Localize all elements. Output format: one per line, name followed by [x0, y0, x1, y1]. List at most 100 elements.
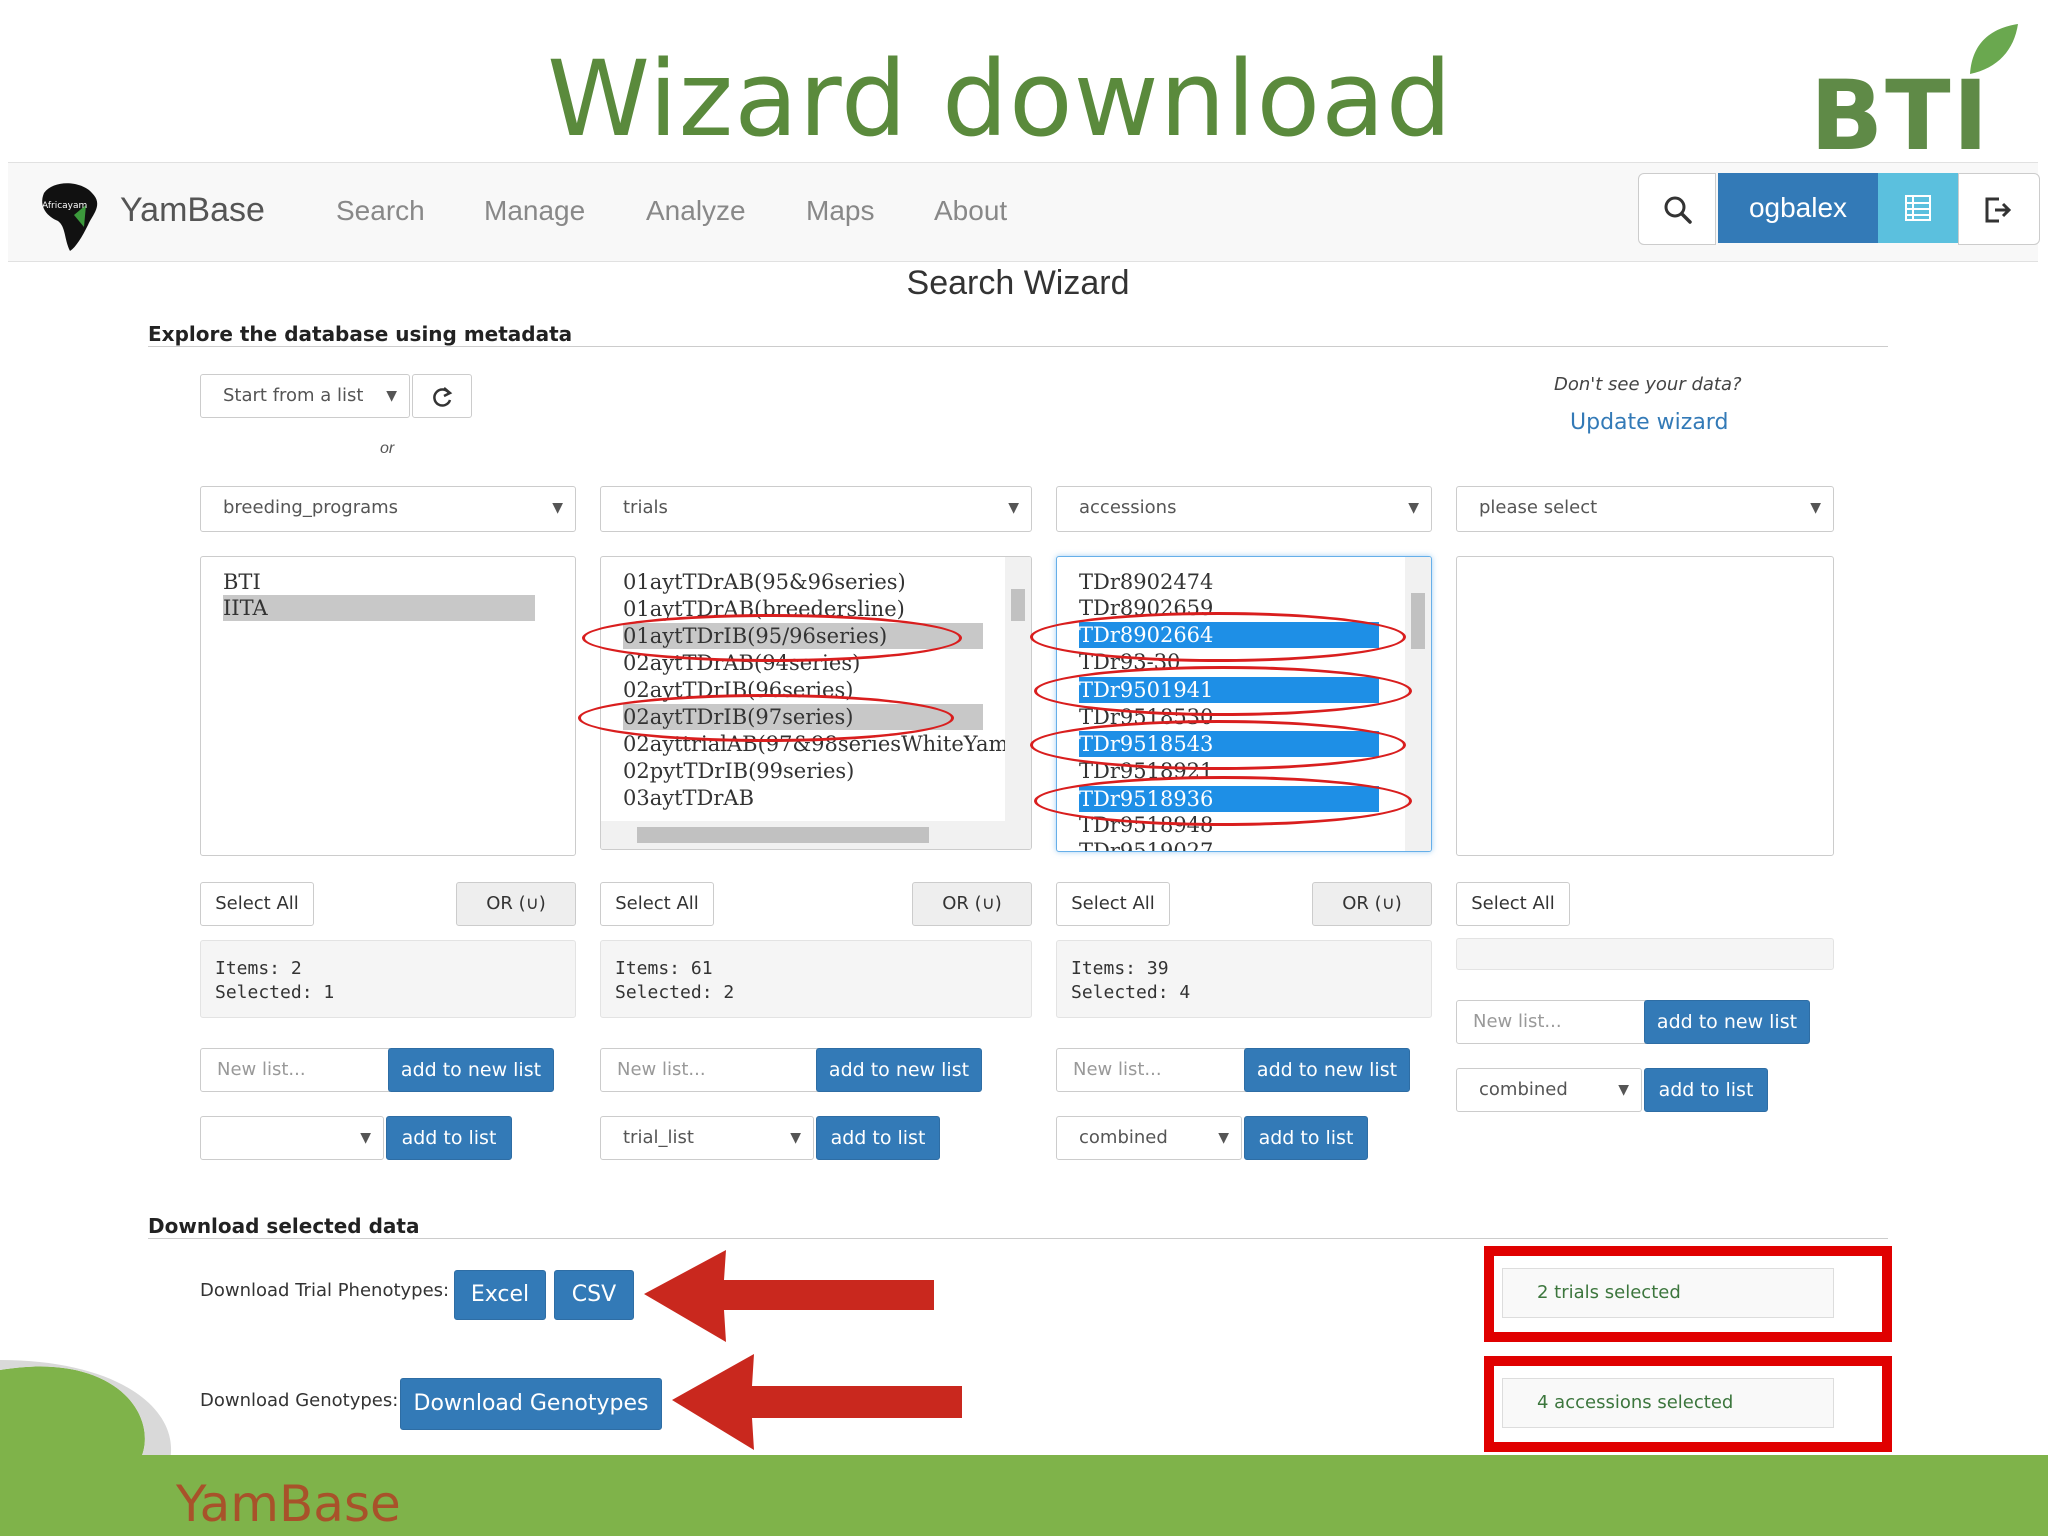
lists-button[interactable]: [1878, 173, 1958, 243]
refresh-button[interactable]: [412, 374, 472, 418]
add-to-new-list-button-1[interactable]: add to new list: [388, 1048, 554, 1092]
scroll-thumb[interactable]: [637, 827, 929, 843]
new-list-input-3[interactable]: New list...: [1056, 1048, 1248, 1092]
divider: [148, 1238, 1888, 1239]
caret-down-icon: ▼: [1218, 1130, 1229, 1146]
items-count-1: Items: 2: [215, 958, 302, 979]
items-summary-4: [1456, 938, 1834, 970]
explore-label: Explore the database using metadata: [148, 322, 573, 346]
list-select-3[interactable]: combined ▼: [1056, 1116, 1242, 1160]
category-select-4[interactable]: please select ▼: [1456, 486, 1834, 532]
list-select-1[interactable]: ▼: [200, 1116, 384, 1160]
add-to-list-button-2[interactable]: add to list: [816, 1116, 940, 1160]
or-toggle-1[interactable]: OR (∪): [456, 882, 576, 926]
logout-icon: [1985, 197, 2012, 223]
excel-button[interactable]: Excel: [454, 1270, 546, 1320]
bti-logo: BTI: [1810, 22, 2030, 172]
nav-maps[interactable]: Maps: [806, 195, 874, 227]
leaf-icon: [1970, 24, 2018, 74]
list-item[interactable]: BTI: [223, 569, 261, 595]
highlight-ellipse: [1030, 612, 1406, 662]
add-to-new-list-button-4[interactable]: add to new list: [1644, 1000, 1810, 1044]
list-item[interactable]: TDr8902474: [1079, 569, 1213, 595]
divider: [148, 346, 1888, 347]
footer-brand: YamBase: [176, 1475, 401, 1533]
category-select-4-value: please select: [1479, 497, 1598, 518]
selected-count-2: Selected: 2: [615, 982, 735, 1003]
list-item[interactable]: 03aytTDrAB: [623, 785, 754, 811]
highlight-ellipse: [1030, 720, 1406, 770]
new-list-input-4[interactable]: New list...: [1456, 1000, 1646, 1044]
or-toggle-3[interactable]: OR (∪): [1312, 882, 1432, 926]
add-to-list-button-1[interactable]: add to list: [386, 1116, 512, 1160]
brand-logo-text: Africayam: [42, 201, 88, 211]
listbox-1[interactable]: BTI IITA: [200, 556, 576, 856]
category-select-3-value: accessions: [1079, 497, 1177, 518]
select-all-button-3[interactable]: Select All: [1056, 882, 1170, 926]
list-item[interactable]: TDr9519027: [1079, 838, 1213, 851]
search-icon: [1664, 196, 1692, 224]
nav-search[interactable]: Search: [336, 195, 425, 227]
list-icon: [1905, 195, 1931, 221]
start-from-list-select[interactable]: Start from a list ▼: [200, 374, 410, 418]
listbox-4[interactable]: [1456, 556, 1834, 856]
download-label: Download selected data: [148, 1214, 420, 1238]
select-all-button-4[interactable]: Select All: [1456, 882, 1570, 926]
add-to-new-list-button-2[interactable]: add to new list: [816, 1048, 982, 1092]
caret-down-icon: ▼: [360, 1130, 371, 1146]
vertical-scrollbar[interactable]: [1405, 557, 1431, 851]
highlight-ellipse: [1034, 776, 1412, 826]
caret-down-icon: ▼: [1810, 500, 1821, 516]
scroll-thumb[interactable]: [1011, 589, 1025, 621]
add-to-list-button-3[interactable]: add to list: [1244, 1116, 1368, 1160]
list-select-4[interactable]: combined ▼: [1456, 1068, 1642, 1112]
category-select-3[interactable]: accessions ▼: [1056, 486, 1432, 532]
dont-see-text: Don't see your data?: [1554, 374, 1742, 395]
trials-selected-box: 2 trials selected: [1502, 1268, 1834, 1318]
category-select-2[interactable]: trials ▼: [600, 486, 1032, 532]
refresh-icon: [433, 387, 453, 407]
highlight-ellipse: [582, 614, 962, 662]
scroll-thumb[interactable]: [1411, 593, 1425, 649]
list-item[interactable]: 02pytTDrIB(99series): [623, 758, 854, 784]
list-select-2[interactable]: trial_list ▼: [600, 1116, 814, 1160]
or-toggle-2[interactable]: OR (∪): [912, 882, 1032, 926]
page-title: Search Wizard: [906, 264, 1130, 302]
caret-down-icon: ▼: [386, 388, 397, 404]
items-summary-1: Items: 2 Selected: 1: [200, 940, 576, 1018]
new-list-input-1[interactable]: New list...: [200, 1048, 390, 1092]
category-select-2-value: trials: [623, 497, 668, 518]
navbar: Africayam YamBase Search Manage Analyze …: [8, 162, 2040, 262]
search-button[interactable]: [1638, 173, 1716, 245]
csv-button[interactable]: CSV: [554, 1270, 634, 1320]
logout-button[interactable]: [1958, 173, 2040, 245]
vertical-scrollbar[interactable]: [1005, 557, 1031, 821]
selected-count-3: Selected: 4: [1071, 982, 1191, 1003]
brand-name[interactable]: YamBase: [120, 191, 265, 230]
add-to-new-list-button-3[interactable]: add to new list: [1244, 1048, 1410, 1092]
category-select-1[interactable]: breeding_programs ▼: [200, 486, 576, 532]
highlight-ellipse: [1034, 666, 1412, 716]
nav-analyze[interactable]: Analyze: [646, 195, 746, 227]
list-select-3-value: combined: [1079, 1127, 1168, 1148]
horizontal-scrollbar[interactable]: [601, 821, 1031, 849]
brand-logo[interactable]: Africayam: [30, 175, 110, 255]
items-count-2: Items: 61: [615, 958, 713, 979]
select-all-button-1[interactable]: Select All: [200, 882, 314, 926]
select-all-button-2[interactable]: Select All: [600, 882, 714, 926]
list-select-4-value: combined: [1479, 1079, 1568, 1100]
user-button[interactable]: ogbalex: [1718, 173, 1878, 243]
nav-about[interactable]: About: [934, 195, 1007, 227]
red-arrow-icon: [644, 1250, 934, 1342]
update-wizard-link[interactable]: Update wizard: [1570, 410, 1728, 435]
or-text: or: [380, 440, 395, 457]
trial-phenotypes-label: Download Trial Phenotypes:: [200, 1280, 450, 1301]
list-item[interactable]: 01aytTDrAB(95&96series): [623, 569, 906, 595]
list-item[interactable]: IITA: [223, 595, 535, 621]
items-summary-2: Items: 61 Selected: 2: [600, 940, 1032, 1018]
nav-manage[interactable]: Manage: [484, 195, 585, 227]
items-count-3: Items: 39: [1071, 958, 1169, 979]
new-list-input-2[interactable]: New list...: [600, 1048, 820, 1092]
caret-down-icon: ▼: [552, 500, 563, 516]
add-to-list-button-4[interactable]: add to list: [1644, 1068, 1768, 1112]
